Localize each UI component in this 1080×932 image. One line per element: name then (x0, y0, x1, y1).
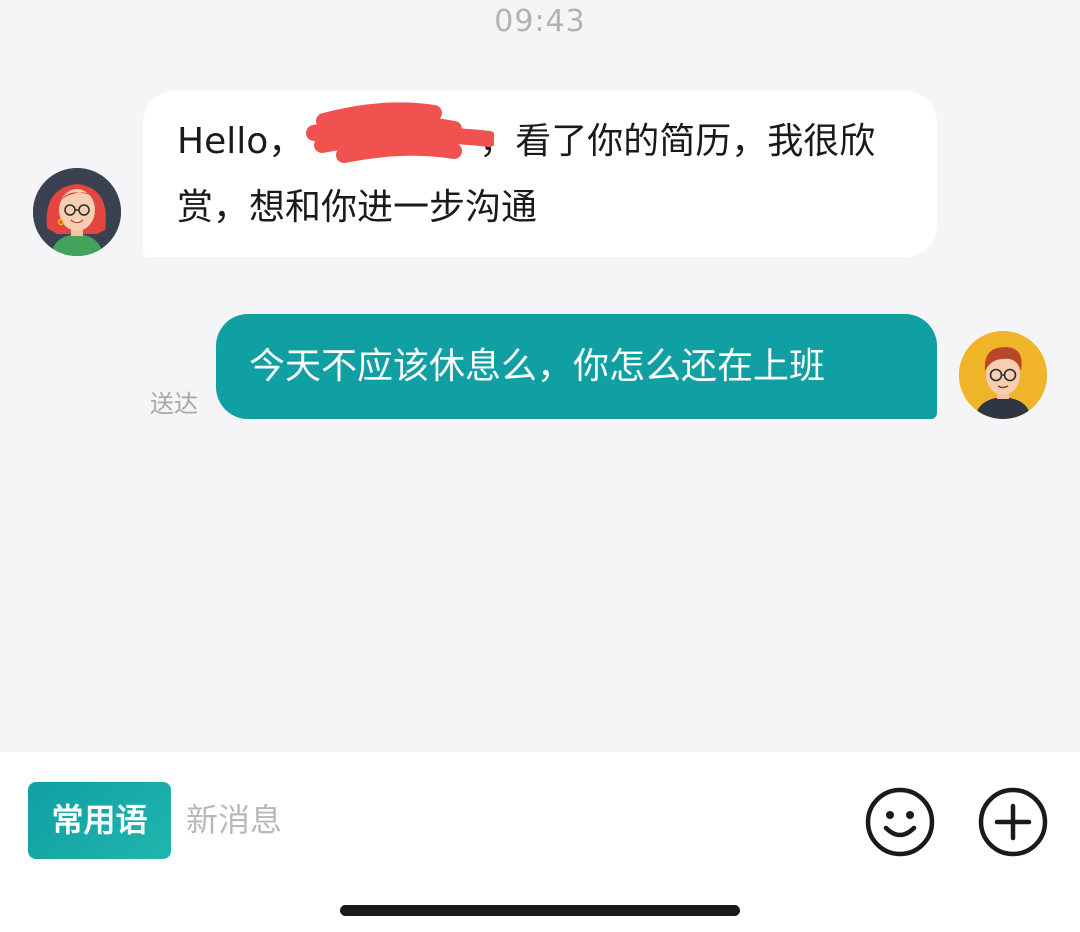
outgoing-message-text: 今天不应该休息么，你怎么还在上班 (249, 346, 826, 387)
home-indicator[interactable] (340, 905, 740, 916)
outgoing-message-bubble[interactable]: 今天不应该休息么，你怎么还在上班 (216, 314, 937, 419)
more-options-button[interactable] (977, 786, 1049, 858)
smiley-face-icon (865, 787, 935, 857)
emoji-button[interactable] (864, 786, 936, 858)
recruiter-avatar[interactable] (33, 168, 121, 256)
user-avatar[interactable] (959, 331, 1047, 419)
common-phrases-button[interactable]: 常用语 (28, 782, 171, 859)
redaction-scribble (304, 102, 495, 163)
message-input[interactable] (186, 790, 826, 850)
message-input-bar: 常用语 (0, 752, 1080, 932)
message-greeting-text: Hello， (177, 121, 305, 162)
plus-circle-icon (978, 787, 1048, 857)
chat-history: 09:43 Hello， ，看了你的简历，我很欣赏，想和你进一步沟通 送达 今天… (0, 0, 1080, 752)
message-timestamp: 09:43 (494, 4, 586, 39)
incoming-message-bubble[interactable]: Hello， ，看了你的简历，我很欣赏，想和你进一步沟通 (143, 91, 937, 257)
delivery-status: 送达 (150, 390, 198, 418)
